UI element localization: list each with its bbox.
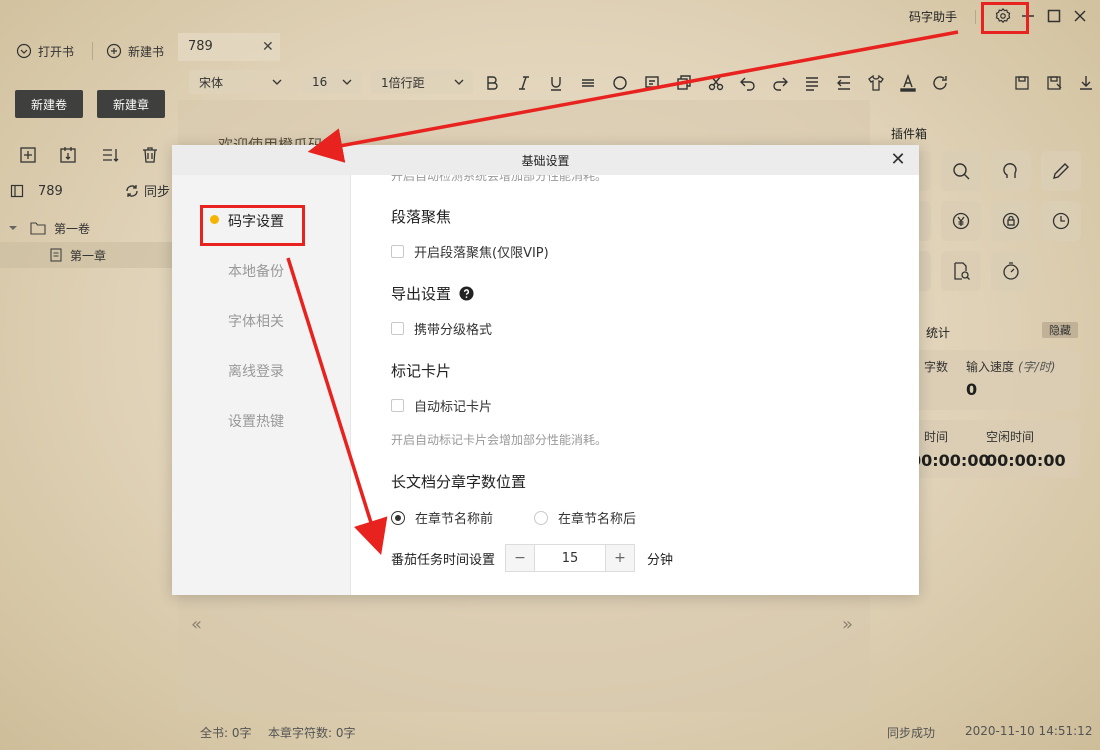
annotation-arrow-to-dialog bbox=[307, 30, 959, 163]
annotation-arrow-to-pomodoro bbox=[286, 257, 388, 556]
annotation-arrows bbox=[286, 30, 959, 556]
